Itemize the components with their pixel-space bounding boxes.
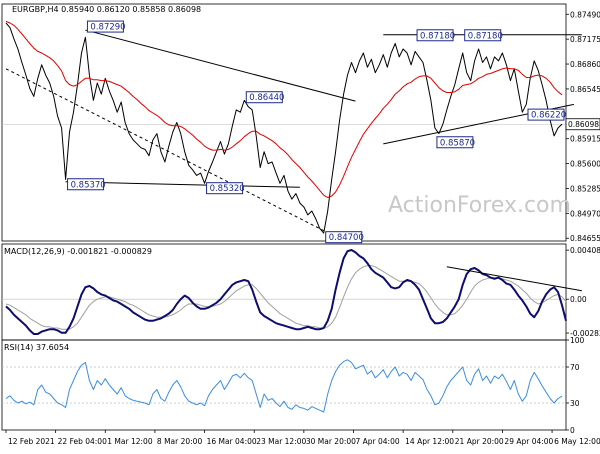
macd-y-tick-label: 0.004088	[570, 246, 600, 255]
price-annotation-label: 0.87180	[420, 31, 455, 41]
price-annotation-label: 0.85370	[71, 180, 106, 190]
price-y-tick-label: 0.84970	[570, 209, 600, 218]
gridlines	[2, 123, 566, 404]
price-y-tick-label: 0.87490	[570, 10, 600, 19]
chart-stage: ActionForex.com 0.87290 0.86440 0.85370 0.8…	[0, 0, 600, 450]
macd-title: MACD(12,26,9) -0.001821 -0.000829	[4, 247, 152, 256]
x-tick-label: 30 Mar 20:00	[306, 437, 356, 446]
x-tick-label: 12 Feb 2021	[8, 437, 55, 446]
price-annotation-label: 0.86440	[249, 93, 284, 103]
price-annotation-label: 0.87180	[468, 31, 503, 41]
price-y-tick-label: 0.85915	[570, 135, 600, 144]
price-annotation-label: 0.84700	[329, 233, 364, 243]
price-title: EURGBP,H4 0.85940 0.86120 0.85858 0.8609…	[12, 5, 201, 14]
watermark: ActionForex.com	[388, 193, 571, 218]
price-y-tick-label: 0.87175	[570, 35, 600, 44]
x-tick-label: 23 Mar 12:00	[256, 437, 306, 446]
price-annotation-label: 0.85870	[440, 138, 475, 148]
price-y-tick-label: 0.85285	[570, 184, 600, 193]
x-tick-label: 7 Apr 04:00	[356, 437, 400, 446]
rsi-panel	[5, 359, 563, 413]
rsi-y-tick-label: 0	[570, 426, 575, 435]
x-tick-label: 16 Mar 04:00	[207, 437, 257, 446]
macd-trendline	[446, 266, 582, 292]
price-annotation-label: 0.85320	[210, 184, 245, 194]
x-tick-label: 8 Mar 20:00	[157, 437, 203, 446]
macd-panel	[5, 249, 582, 335]
axis-labels: 0.87490 0.87175 0.86860 0.86545 0.85915 0.856…	[5, 10, 600, 446]
rsi-panel-frame	[1, 339, 567, 431]
price-y-tick-label: 0.86545	[570, 85, 600, 94]
price-y-tick-label: 0.86860	[570, 60, 600, 69]
x-tick-label: 21 Apr 20:00	[455, 437, 504, 446]
x-tick-label: 22 Feb 04:00	[58, 437, 107, 446]
current-price-label: 0.86098	[568, 120, 599, 129]
macd-y-tick-label: 0.00	[570, 295, 587, 304]
macd-signal-series	[5, 265, 567, 330]
rsi-title: RSI(14) 37.6054	[4, 343, 69, 352]
rsi-y-tick-label: 30	[570, 399, 580, 408]
x-tick-label: 14 Apr 12:00	[405, 437, 454, 446]
rsi-y-tick-label: 70	[570, 363, 580, 372]
price-y-tick-label: 0.85600	[570, 160, 600, 169]
price-annotation-label: 0.87290	[90, 23, 125, 33]
x-tick-label: 1 Mar 12:00	[107, 437, 153, 446]
x-tick-label: 6 May 12:00	[554, 437, 600, 446]
price-annotation-label: 0.86220	[531, 111, 566, 121]
rsi-series	[5, 359, 563, 413]
moving-average-series	[5, 20, 563, 198]
price-y-tick-label: 0.84655	[570, 234, 600, 243]
macd-line-series	[5, 249, 567, 335]
x-tick-label: 29 Apr 04:00	[504, 437, 553, 446]
chart-canvas: ActionForex.com 0.872900.864400.85370 0.8…	[1, 3, 600, 446]
rsi-y-tick-label: 100	[570, 336, 585, 345]
